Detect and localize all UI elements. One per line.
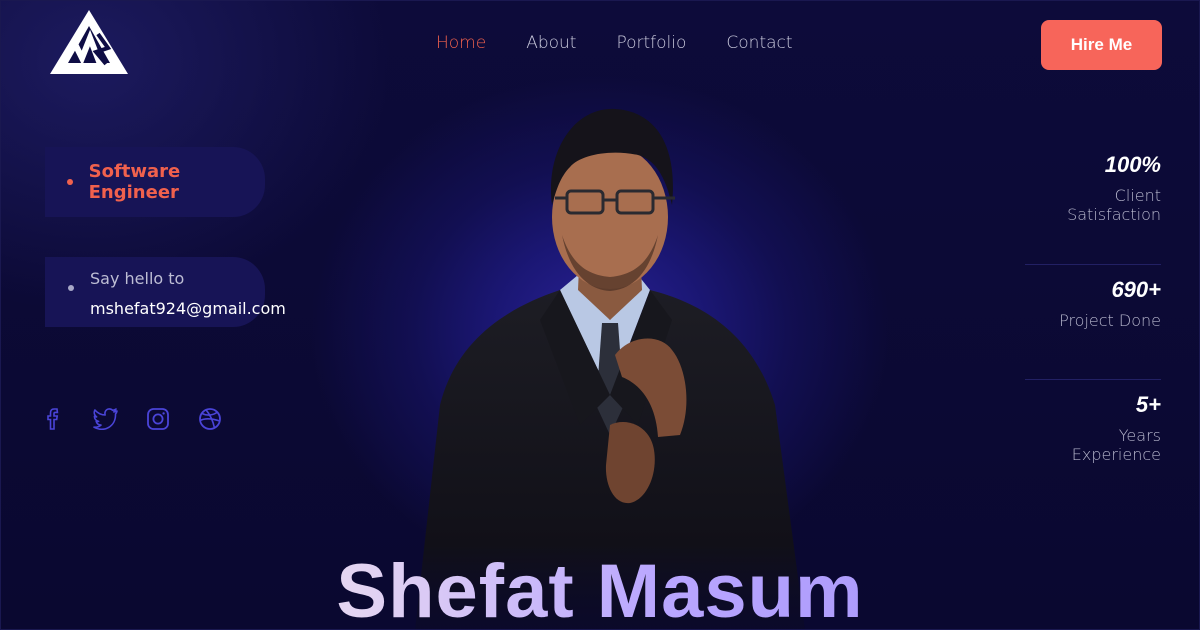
stat-label: Client Satisfaction [1067, 186, 1161, 224]
stat-label: Years Experience [1071, 426, 1161, 464]
say-hello-label: Say hello to [90, 269, 185, 288]
role-bullet [67, 179, 73, 185]
twitter-icon[interactable] [92, 405, 120, 433]
nav-contact[interactable]: Contact [726, 33, 792, 53]
stat-label: Project Done [1059, 311, 1161, 330]
nav-about[interactable]: About [526, 33, 576, 53]
nav-home[interactable]: Home [436, 33, 486, 53]
say-hello: Say hello to mshefat924@gmail.com [67, 269, 286, 318]
hire-me-button[interactable]: Hire Me [1041, 20, 1162, 70]
hello-bullet [68, 285, 74, 291]
facebook-icon[interactable] [40, 405, 68, 433]
role-text: Software Engineer [88, 161, 181, 203]
stat-item: 100% Client Satisfaction [1025, 150, 1161, 265]
stat-value: 690+ [1111, 277, 1161, 302]
social-links [40, 405, 224, 433]
nav-portfolio[interactable]: Portfolio [616, 33, 686, 53]
contact-pill: Say hello to mshefat924@gmail.com [45, 257, 286, 327]
stats-panel: 100% Client Satisfaction 690+ Project Do… [1025, 150, 1161, 495]
role-pill: Software Engineer [45, 147, 265, 217]
dribbble-icon[interactable] [196, 405, 224, 433]
stat-value: 5+ [1135, 392, 1161, 417]
stat-item: 690+ Project Done [1025, 265, 1161, 380]
main-nav: Home About Portfolio Contact [436, 33, 793, 53]
logo-icon[interactable] [48, 8, 130, 76]
hero-name: Shefat Masum [0, 548, 1200, 630]
stat-value: 100% [1104, 152, 1161, 177]
email-link[interactable]: mshefat924@gmail.com [90, 299, 286, 318]
instagram-icon[interactable] [144, 405, 172, 433]
stat-item: 5+ Years Experience [1025, 380, 1161, 495]
